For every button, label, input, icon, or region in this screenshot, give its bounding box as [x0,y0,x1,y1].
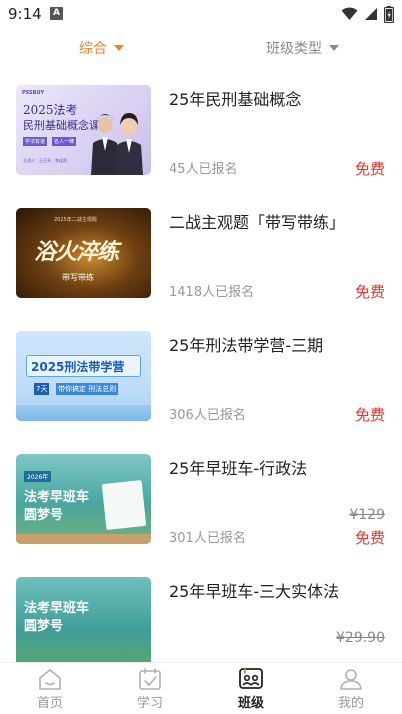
course-price: 免费 [354,406,385,424]
thumb-ground [16,405,151,421]
thumb-year: 2026年 [24,471,52,482]
course-thumbnail: 2025年二战主观题 浴火淬练 带写带练 [16,208,151,298]
course-original-price: ¥29.90 [336,630,385,646]
course-item[interactable]: 2025刑法带学营 7天 带你搞定 刑法总则 25年刑法带学营-三期 306人已… [0,316,402,426]
course-thumbnail: 2025刑法带学营 7天 带你搞定 刑法总则 [16,331,151,421]
course-thumbnail: 法考早班车 圆梦号 [16,577,151,662]
course-item[interactable]: 2025年二战主观题 浴火淬练 带写带练 二战主观题「带写带练」 1418人已报… [0,193,402,303]
status-time: 9:14 [8,5,42,23]
course-price: 免费 [354,160,385,178]
course-title: 二战主观题「带写带练」 [169,213,346,232]
class-group-icon [239,668,263,689]
tab-study-label: 学习 [136,696,163,711]
course-title: 25年刑法带学营-三期 [169,336,324,355]
course-item[interactable]: 法考早班车 圆梦号 25年早班车-三大实体法 ¥29.90 [0,562,402,662]
caret-down-icon [114,45,124,51]
filter-bar: 综合 班级类型 [0,34,402,62]
tab-study[interactable]: 学习 [120,667,180,713]
thumb-line2: 圆梦号 [24,508,64,523]
thumb-sub: 带写带练 [62,273,94,282]
thumb-line1: 法考早班车 [24,490,90,505]
thumb-ticket [101,480,147,530]
thumb-tag1: 学法有道 [23,137,48,146]
thumb-main: 浴火淬练 [34,239,119,265]
course-enrolled: 306人已报名 [169,408,246,423]
course-title: 25年早班车-行政法 [169,459,308,478]
thumb-footer: 主讲人：王正平、李佳凯 [23,158,67,163]
tab-home-label: 首页 [36,696,63,711]
thumb-badge2: 带你搞定 刑法总则 [56,383,119,395]
home-icon [39,669,61,690]
notification-icon: A [50,7,63,20]
course-item[interactable]: PSSBUY 2025法考 民刑基础概念课 学法有道 名人一律 主讲人：王正平、… [0,70,402,180]
course-title: 25年早班车-三大实体法 [169,582,340,601]
course-price: 免费 [354,283,385,301]
thumb-tag2: 名人一律 [52,137,77,146]
wifi-icon [341,7,358,20]
status-bar: 9:14 A [0,0,402,30]
battery-icon [384,5,394,23]
calendar-check-icon [139,668,161,690]
thumb-line1: 2025法考 [23,103,78,117]
thumb-line2: 圆梦号 [24,619,64,634]
caret-down-icon [329,45,339,51]
class-type-filter[interactable]: 班级类型 [266,38,339,58]
instructor-photo [91,113,143,175]
thumb-top: 2025年二战主观题 [54,217,97,223]
bottom-tab-bar: 首页 学习 班级 我的 [0,662,402,714]
course-enrolled: 45人已报名 [169,162,238,177]
sort-filter-label: 综合 [79,41,107,57]
course-thumbnail: 2026年 法考早班车 圆梦号 [16,454,151,544]
sort-filter[interactable]: 综合 [79,38,124,58]
thumb-main: 2025刑法带学营 [31,360,125,374]
course-price: 免费 [354,529,385,547]
tab-mine[interactable]: 我的 [321,667,381,713]
tab-home[interactable]: 首页 [20,667,80,713]
thumb-track [16,534,151,544]
thumb-brand: PSSBUY [22,90,45,96]
course-title: 25年民刑基础概念 [169,90,302,109]
tab-class[interactable]: 班级 [221,667,281,713]
person-icon [340,669,362,690]
thumb-badge1: 7天 [34,383,50,395]
course-enrolled: 1418人已报名 [169,285,255,300]
tab-class-label: 班级 [237,696,264,711]
signal-icon [365,8,377,20]
course-list[interactable]: PSSBUY 2025法考 民刑基础概念课 学法有道 名人一律 主讲人：王正平、… [0,70,402,662]
course-thumbnail: PSSBUY 2025法考 民刑基础概念课 学法有道 名人一律 主讲人：王正平、… [16,85,151,175]
course-enrolled: 301人已报名 [169,531,246,546]
tab-mine-label: 我的 [337,696,364,711]
thumb-line1: 法考早班车 [24,601,90,616]
status-icons [341,5,394,23]
class-type-filter-label: 班级类型 [266,41,322,57]
course-item[interactable]: 2026年 法考早班车 圆梦号 25年早班车-行政法 ¥129 301人已报名 … [0,439,402,549]
course-original-price: ¥129 [349,507,385,523]
